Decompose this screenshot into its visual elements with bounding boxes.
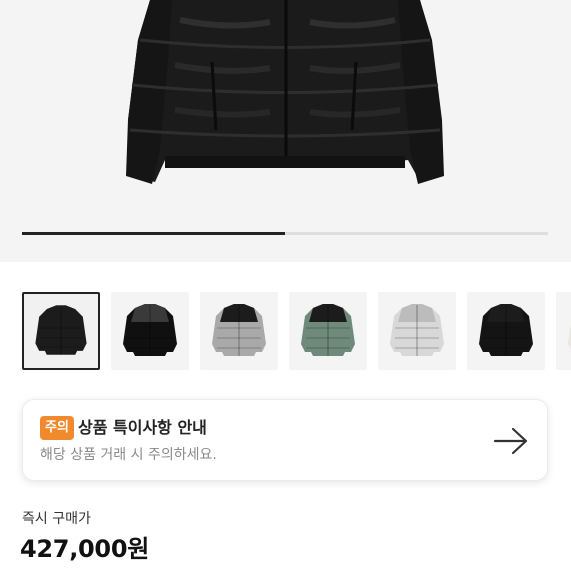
notice-title: 상품 특이사항 안내 bbox=[78, 418, 207, 437]
arrow-right-icon[interactable] bbox=[493, 426, 529, 456]
jacket-thumbnail-image bbox=[212, 304, 266, 356]
thumb-silver[interactable] bbox=[378, 292, 456, 370]
thumb-black-nuptse[interactable] bbox=[22, 292, 100, 370]
thumb-shiny-black[interactable] bbox=[111, 292, 189, 370]
carousel-progress-fill bbox=[22, 232, 285, 235]
product-notice-card[interactable]: 주의 상품 특이사항 안내 해당 상품 거래 시 주의하세요. bbox=[22, 399, 548, 481]
carousel-progress-bar bbox=[22, 232, 548, 235]
thumb-green[interactable] bbox=[289, 292, 367, 370]
jacket-thumbnail-image bbox=[568, 323, 571, 350]
jacket-thumbnail-image bbox=[35, 305, 87, 355]
warning-badge: 주의 bbox=[40, 416, 74, 440]
jacket-thumbnail-image bbox=[123, 304, 177, 356]
thumb-grey[interactable] bbox=[200, 292, 278, 370]
thumb-white[interactable] bbox=[556, 292, 571, 370]
thumb-black-2[interactable] bbox=[467, 292, 545, 370]
notice-subtitle: 해당 상품 거래 시 주의하세요. bbox=[40, 447, 217, 463]
jacket-thumbnail-image bbox=[301, 304, 355, 356]
thumbnail-list bbox=[22, 292, 571, 370]
jacket-image bbox=[126, 0, 444, 184]
jacket-thumbnail-image bbox=[390, 304, 444, 356]
price-value: 427,000원 bbox=[20, 535, 149, 563]
jacket-thumbnail-image bbox=[479, 304, 533, 356]
price-label: 즉시 구매가 bbox=[22, 511, 91, 527]
product-image-carousel[interactable] bbox=[0, 0, 571, 262]
